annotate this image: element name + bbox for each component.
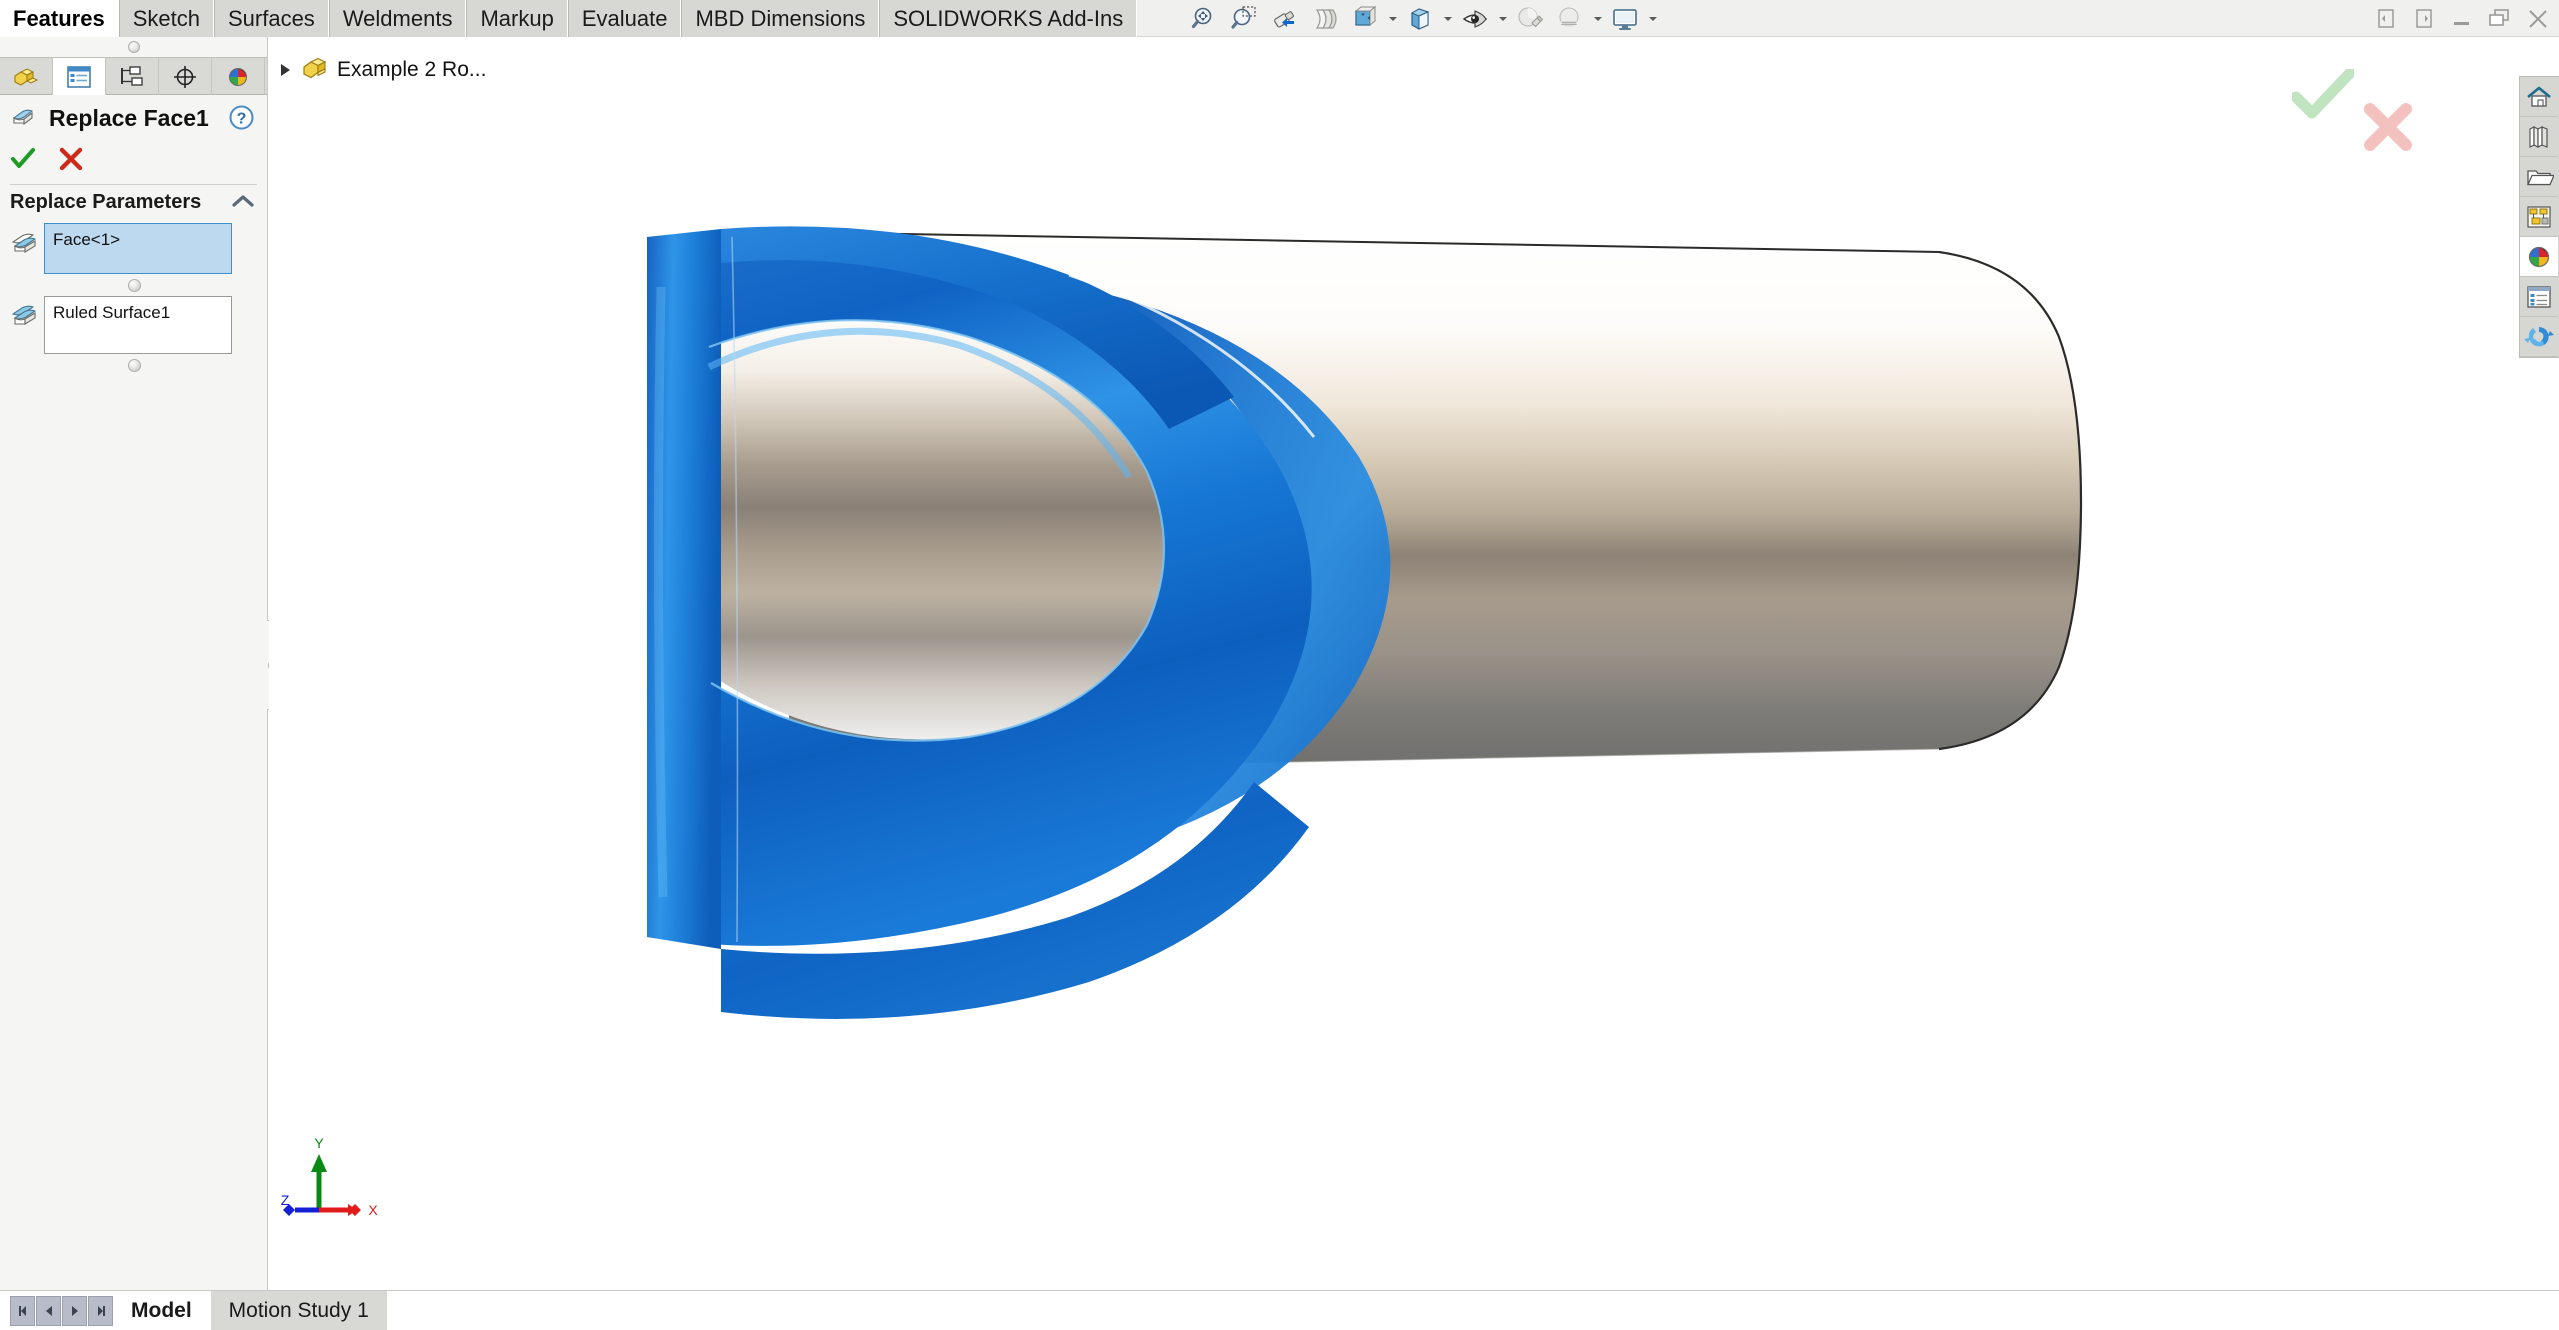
file-explorer-icon[interactable] — [2520, 157, 2558, 197]
solidworks-resources-icon[interactable] — [2520, 77, 2558, 117]
ribbon-tab-weldments[interactable]: Weldments — [329, 0, 467, 37]
window-controls — [2371, 0, 2553, 37]
restore-left-icon[interactable] — [2371, 4, 2401, 34]
minimize-icon[interactable] — [2447, 4, 2477, 34]
bottom-left-pad — [0, 1291, 8, 1330]
solidworks-window: Features Sketch Surfaces Weldments Marku… — [0, 0, 2559, 1330]
target-faces-input[interactable]: Face<1> — [44, 223, 232, 274]
restore-right-icon[interactable] — [2409, 4, 2439, 34]
ribbon-tab-mbd-dimensions[interactable]: MBD Dimensions — [681, 0, 879, 37]
appearances-scenes-icon[interactable] — [2520, 237, 2558, 277]
configuration-manager-icon[interactable] — [106, 58, 159, 95]
panel-grip-dot — [128, 41, 140, 53]
view-orientation-icon[interactable] — [1346, 2, 1384, 36]
replace-face-icon — [10, 102, 40, 135]
ribbon-tab-evaluate[interactable]: Evaluate — [568, 0, 682, 37]
replacement-surface-icon — [8, 296, 44, 332]
ribbon-bar: Features Sketch Surfaces Weldments Marku… — [0, 0, 2559, 37]
previous-view-icon[interactable] — [1266, 2, 1304, 36]
prev-tab-icon[interactable] — [36, 1296, 61, 1326]
target-faces-knob[interactable] — [128, 279, 141, 292]
section-view-icon[interactable] — [1306, 2, 1344, 36]
bottom-bar: Model Motion Study 1 — [0, 1290, 2559, 1330]
ribbon-tab-sketch[interactable]: Sketch — [119, 0, 214, 37]
bottom-tab-model[interactable]: Model — [113, 1291, 211, 1330]
solidworks-forum-icon[interactable] — [2520, 317, 2558, 357]
target-faces-icon — [8, 223, 44, 259]
view-settings-icon[interactable] — [1606, 2, 1644, 36]
apply-scene-icon[interactable] — [1551, 2, 1589, 36]
task-pane — [2519, 76, 2559, 358]
next-tab-icon[interactable] — [62, 1296, 87, 1326]
property-manager-panel: Replace Face1 ? — [0, 37, 268, 1290]
tab-nav-buttons — [8, 1291, 113, 1330]
chevron-up-icon[interactable] — [231, 192, 255, 215]
edit-appearance-icon[interactable] — [1511, 2, 1549, 36]
bottom-tab-motion-study[interactable]: Motion Study 1 — [211, 1291, 388, 1330]
custom-properties-icon[interactable] — [2520, 277, 2558, 317]
help-icon[interactable]: ? — [228, 104, 255, 131]
property-manager-header: Replace Face1 ? — [0, 95, 267, 141]
ribbon-tab-markup[interactable]: Markup — [466, 0, 567, 37]
replacement-surface-knob[interactable] — [128, 359, 141, 372]
graphics-area[interactable]: Example 2 Ro... — [269, 37, 2559, 1290]
ribbon-tab-surfaces[interactable]: Surfaces — [214, 0, 329, 37]
display-style-icon[interactable] — [1401, 2, 1439, 36]
hide-show-items-dropdown-caret[interactable] — [1496, 2, 1509, 36]
apply-scene-dropdown-caret[interactable] — [1591, 2, 1604, 36]
target-faces-field-row: Face<1> — [0, 219, 267, 274]
close-icon[interactable] — [2523, 4, 2553, 34]
hide-show-items-icon[interactable] — [1456, 2, 1494, 36]
property-manager-icon[interactable] — [53, 58, 106, 95]
dimxpert-manager-icon[interactable] — [159, 58, 212, 95]
replacement-surface-input[interactable]: Ruled Surface1 — [44, 296, 232, 354]
section-title-replace-parameters: Replace Parameters — [0, 185, 267, 219]
model-viewport[interactable] — [269, 37, 2559, 1290]
panel-grip[interactable] — [0, 37, 267, 57]
axis-triad: Y X Z — [279, 1132, 389, 1242]
triad-y-label: Y — [314, 1135, 324, 1151]
property-manager-actions — [0, 141, 267, 181]
first-tab-icon[interactable] — [10, 1296, 35, 1326]
replacement-surface-field-row: Ruled Surface1 — [0, 292, 267, 354]
view-orientation-dropdown-caret[interactable] — [1386, 2, 1399, 36]
zoom-to-fit-icon[interactable] — [1186, 2, 1224, 36]
ribbon-tab-features[interactable]: Features — [0, 0, 119, 37]
display-style-dropdown-caret[interactable] — [1441, 2, 1454, 36]
last-tab-icon[interactable] — [88, 1296, 113, 1326]
zoom-to-area-icon[interactable] — [1226, 2, 1264, 36]
triad-z-label: Z — [281, 1192, 290, 1208]
feature-manager-tree-icon[interactable] — [0, 58, 53, 95]
ribbon-tabstrip: Features Sketch Surfaces Weldments Marku… — [0, 0, 1137, 37]
svg-text:?: ? — [237, 111, 247, 128]
ribbon-tab-solidworks-addins[interactable]: SOLIDWORKS Add-Ins — [879, 0, 1137, 37]
triad-x-label: X — [368, 1202, 378, 1218]
display-manager-icon[interactable] — [212, 58, 265, 95]
view-settings-dropdown-caret[interactable] — [1646, 2, 1659, 36]
design-library-icon[interactable] — [2520, 117, 2558, 157]
cancel-x-icon[interactable] — [58, 146, 84, 177]
property-manager-tabstrip — [0, 57, 267, 95]
ok-check-icon[interactable] — [10, 146, 36, 177]
bottom-tab-spacer — [388, 1291, 2559, 1330]
section-title-label: Replace Parameters — [10, 191, 201, 214]
restore-icon[interactable] — [2485, 4, 2515, 34]
view-palette-icon[interactable] — [2520, 197, 2558, 237]
page-title: Replace Face1 — [49, 105, 209, 132]
view-toolbar — [1186, 1, 1659, 37]
